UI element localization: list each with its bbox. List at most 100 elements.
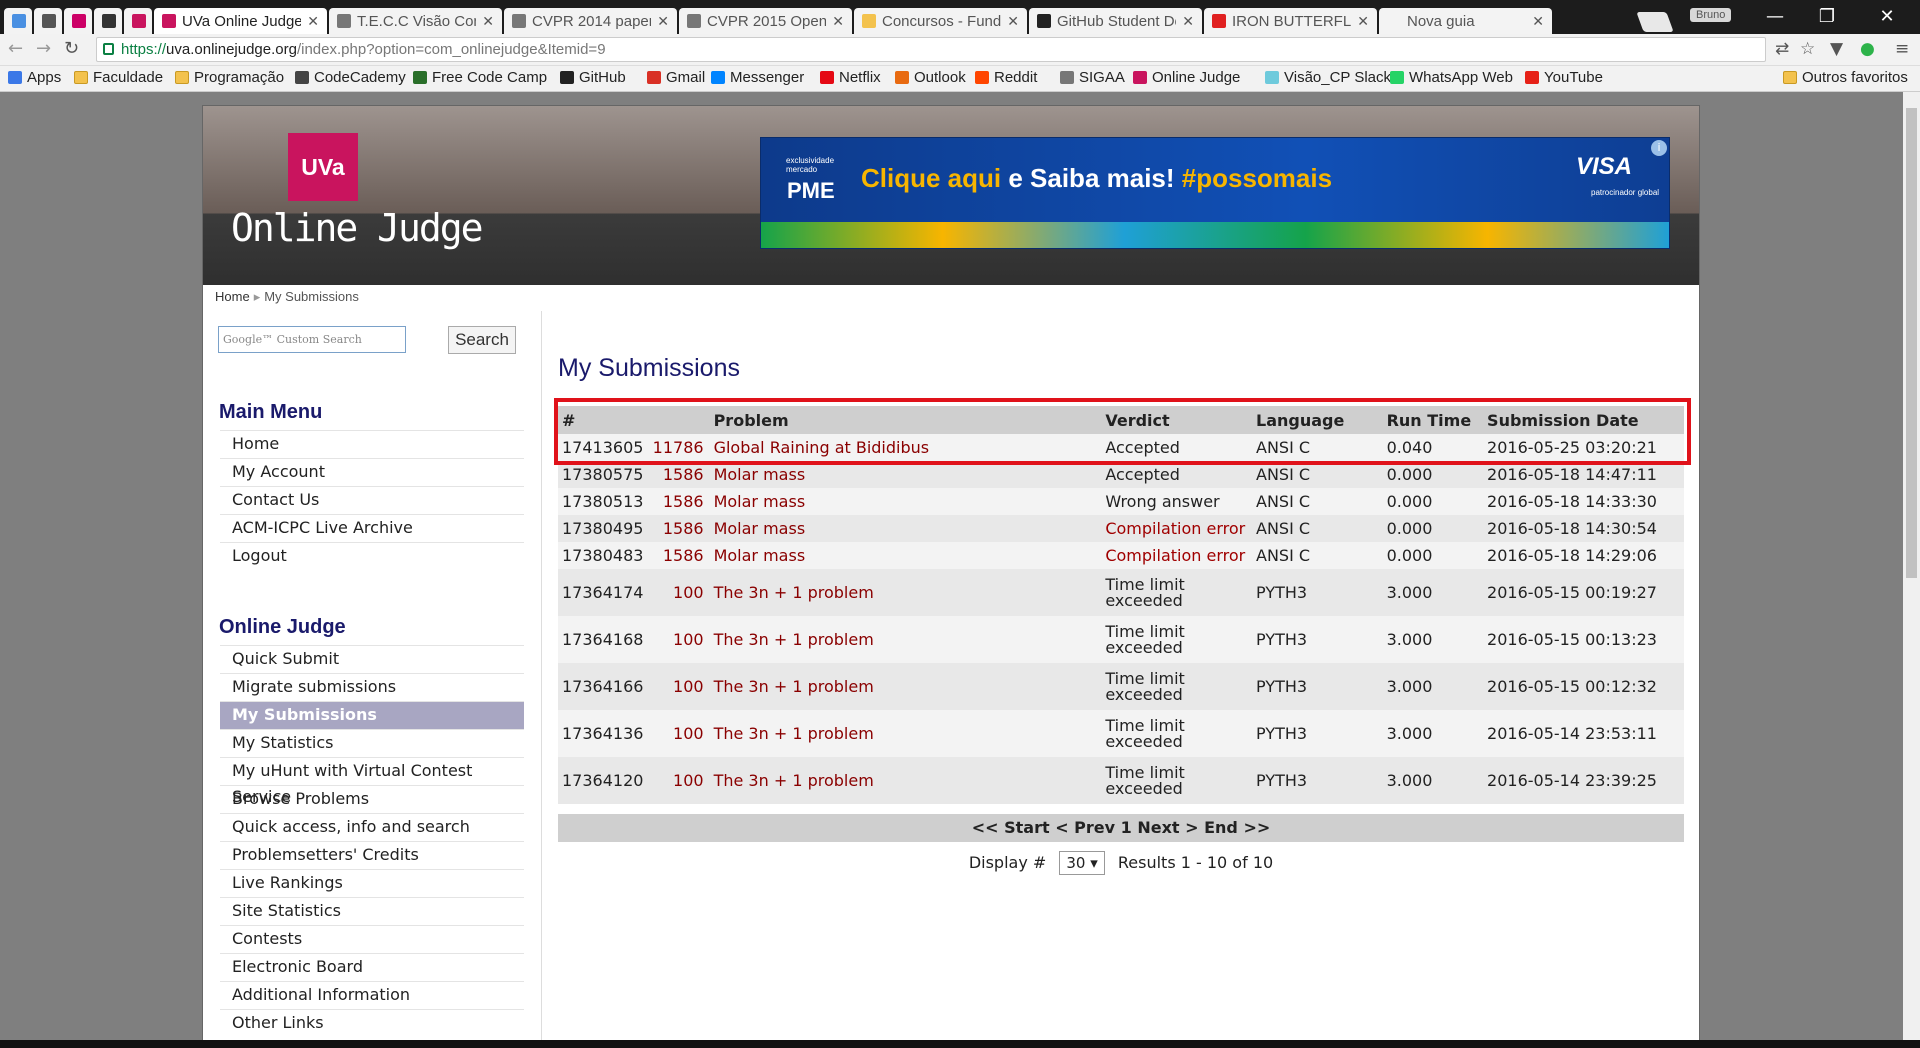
browser-tab[interactable]: Concursos - Funda ✕ xyxy=(854,8,1027,34)
browser-tab[interactable] xyxy=(64,8,92,34)
forward-icon[interactable]: → xyxy=(36,38,51,59)
menu-item[interactable]: Quick Submit xyxy=(220,645,524,673)
bookmark-item[interactable]: Reddit xyxy=(975,69,1037,86)
menu-item[interactable]: Other Links xyxy=(220,1009,524,1037)
tab-close-icon[interactable]: ✕ xyxy=(1182,13,1194,30)
menu-item[interactable]: Site Statistics xyxy=(220,897,524,925)
bookmark-item[interactable]: Faculdade xyxy=(74,69,163,86)
problem-link[interactable]: The 3n + 1 problem xyxy=(709,710,1102,757)
bookmark-item[interactable]: Apps xyxy=(8,69,61,86)
menu-item[interactable]: Browse Problems xyxy=(220,785,524,813)
search-input[interactable]: Google™ Custom Search xyxy=(218,326,406,353)
menu-item[interactable]: My uHunt with Virtual Contest Service xyxy=(220,757,524,806)
menu-item[interactable]: Contact Us xyxy=(220,486,524,514)
problem-id[interactable]: 100 xyxy=(648,616,710,663)
browser-tab[interactable]: CVPR 2015 Open A ✕ xyxy=(679,8,852,34)
tab-close-icon[interactable]: ✕ xyxy=(657,13,669,30)
problem-link[interactable]: The 3n + 1 problem xyxy=(709,616,1102,663)
menu-item[interactable]: Electronic Board xyxy=(220,953,524,981)
problem-id[interactable]: 1586 xyxy=(648,542,710,569)
bookmark-item[interactable]: CodeCademy xyxy=(295,69,406,86)
bookmark-star-icon[interactable]: ☆ xyxy=(1800,39,1815,59)
bookmark-item[interactable]: Free Code Camp xyxy=(413,69,547,86)
back-icon[interactable]: ← xyxy=(8,38,23,59)
tab-close-icon[interactable]: ✕ xyxy=(832,13,844,30)
bookmark-item[interactable]: Visão_CP Slack xyxy=(1265,69,1391,86)
breadcrumb-home[interactable]: Home xyxy=(215,289,250,304)
problem-link[interactable]: Molar mass xyxy=(709,515,1102,542)
restore-icon[interactable]: ❐ xyxy=(1802,6,1852,27)
menu-item[interactable]: My Submissions xyxy=(220,701,524,729)
browser-tab[interactable]: T.E.C.C Visão Comp ✕ xyxy=(329,8,502,34)
menu-item[interactable]: My Account xyxy=(220,458,524,486)
problem-id[interactable]: 100 xyxy=(648,757,710,804)
bookmark-item[interactable]: Gmail xyxy=(647,69,705,86)
address-bar[interactable]: https://uva.onlinejudge.org/index.php?op… xyxy=(96,37,1766,62)
problem-link[interactable]: The 3n + 1 problem xyxy=(709,757,1102,804)
menu-item[interactable]: Problemsetters' Credits xyxy=(220,841,524,869)
browser-tab[interactable]: GitHub Student De ✕ xyxy=(1029,8,1202,34)
bookmark-item[interactable]: Netflix xyxy=(820,69,881,86)
minimize-icon[interactable]: — xyxy=(1750,6,1800,27)
tab-close-icon[interactable]: ✕ xyxy=(1007,13,1019,30)
problem-id[interactable]: 100 xyxy=(648,663,710,710)
problem-link[interactable]: Molar mass xyxy=(709,542,1102,569)
problem-id[interactable]: 1586 xyxy=(648,515,710,542)
bookmark-item[interactable]: Programação xyxy=(175,69,284,86)
menu-item[interactable]: Live Rankings xyxy=(220,869,524,897)
translate-icon[interactable]: ⇄ xyxy=(1775,39,1789,59)
profile-button[interactable]: Bruno xyxy=(1690,8,1732,22)
tab-close-icon[interactable]: ✕ xyxy=(1532,13,1544,30)
menu-item[interactable]: Quick access, info and search xyxy=(220,813,524,841)
browser-tab[interactable]: CVPR 2014 papers ✕ xyxy=(504,8,677,34)
problem-link[interactable]: Molar mass xyxy=(709,488,1102,515)
menu-item[interactable]: Logout xyxy=(220,542,524,570)
display-label: Display # xyxy=(968,853,1047,872)
menu-item[interactable]: Additional Information xyxy=(220,981,524,1009)
menu-item[interactable]: Contests xyxy=(220,925,524,953)
problem-id[interactable]: 1586 xyxy=(648,488,710,515)
reload-icon[interactable]: ↻ xyxy=(64,38,79,59)
bookmark-item[interactable]: WhatsApp Web xyxy=(1390,69,1513,86)
browser-tab[interactable]: Nova guia ✕ xyxy=(1379,8,1552,34)
close-window-icon[interactable]: ✕ xyxy=(1862,6,1912,27)
menu-item[interactable]: Migrate submissions xyxy=(220,673,524,701)
ad-info-icon[interactable]: i xyxy=(1651,140,1667,156)
menu-item[interactable]: ACM-ICPC Live Archive xyxy=(220,514,524,542)
display-count-select[interactable]: 30 ▾ xyxy=(1059,851,1105,875)
problem-id[interactable]: 1586 xyxy=(648,461,710,488)
search-button[interactable]: Search xyxy=(448,326,516,354)
pocket-icon[interactable]: ▼ xyxy=(1830,39,1843,59)
browser-tab[interactable] xyxy=(124,8,152,34)
problem-id[interactable]: 100 xyxy=(648,569,710,616)
menu-icon[interactable]: ≡ xyxy=(1895,39,1909,59)
bookmark-item[interactable]: SIGAA xyxy=(1060,69,1125,86)
ad-banner[interactable]: exclusividade mercado PME Clique aqui e … xyxy=(760,137,1670,249)
site-logo[interactable]: UVa xyxy=(288,133,358,201)
bookmark-item[interactable]: Outros favoritos xyxy=(1783,69,1908,86)
browser-tab[interactable]: IRON BUTTERFL ✕ xyxy=(1204,8,1377,34)
browser-tab[interactable]: UVa Online Judge ✕ xyxy=(154,8,327,34)
bookmark-item[interactable]: GitHub xyxy=(560,69,626,86)
problem-link[interactable]: Molar mass xyxy=(709,461,1102,488)
problem-link[interactable]: The 3n + 1 problem xyxy=(709,569,1102,616)
bookmark-item[interactable]: Online Judge xyxy=(1133,69,1240,86)
tab-close-icon[interactable]: ✕ xyxy=(1357,13,1369,30)
menu-item[interactable]: My Statistics xyxy=(220,729,524,757)
bookmark-item[interactable]: Messenger xyxy=(711,69,804,86)
bookmark-item[interactable]: YouTube xyxy=(1525,69,1603,86)
tab-close-icon[interactable]: ✕ xyxy=(482,13,494,30)
problem-link[interactable]: The 3n + 1 problem xyxy=(709,663,1102,710)
problem-id[interactable]: 100 xyxy=(648,710,710,757)
browser-tab[interactable] xyxy=(34,8,62,34)
extension-icon[interactable]: ● xyxy=(1860,39,1875,59)
browser-tab[interactable] xyxy=(94,8,122,34)
page-scrollbar[interactable] xyxy=(1903,92,1920,1048)
browser-tab[interactable] xyxy=(4,8,32,34)
bookmark-item[interactable]: Outlook xyxy=(895,69,966,86)
pagination[interactable]: << Start < Prev 1 Next > End >> xyxy=(558,814,1684,842)
scrollbar-thumb[interactable] xyxy=(1906,108,1917,578)
tab-close-icon[interactable]: ✕ xyxy=(307,13,319,30)
verdict: Accepted xyxy=(1101,461,1253,488)
menu-item[interactable]: Home xyxy=(220,430,524,458)
